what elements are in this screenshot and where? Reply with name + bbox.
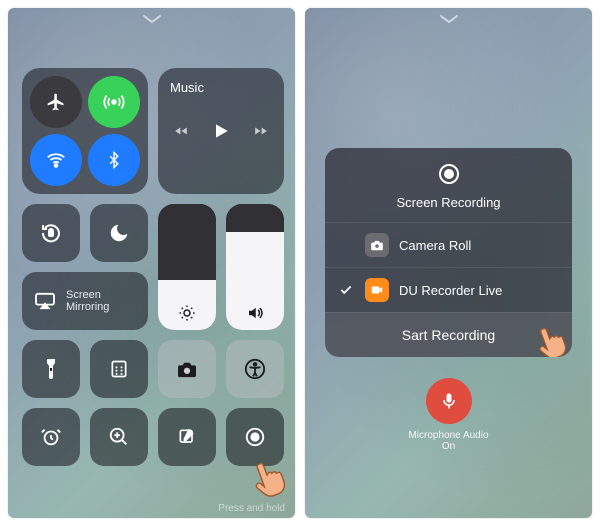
microphone-label: Microphone Audio (305, 430, 592, 441)
connectivity-group (22, 68, 148, 194)
destination-du-recorder[interactable]: DU Recorder Live (325, 267, 572, 312)
magnifier-button[interactable] (90, 408, 148, 466)
notes-button[interactable] (158, 408, 216, 466)
volume-slider[interactable] (226, 204, 284, 330)
play-icon[interactable] (211, 121, 231, 141)
screen-recording-sheet: Screen Recording Camera Roll DU Recorder… (325, 148, 572, 357)
bluetooth-toggle[interactable] (88, 134, 140, 186)
du-recorder-icon (365, 278, 389, 302)
orientation-lock-button[interactable] (22, 204, 80, 262)
music-label: Music (170, 80, 204, 95)
start-recording-label: Sart Recording (402, 327, 495, 343)
cellular-data-toggle[interactable] (88, 76, 140, 128)
accessibility-button[interactable] (226, 340, 284, 398)
microphone-toggle[interactable]: Microphone Audio On (305, 378, 592, 452)
checkmark-icon (339, 283, 353, 297)
screen-mirroring-label: Screen Mirroring (66, 289, 109, 313)
control-center-screenshot: Music (8, 8, 295, 518)
airplay-icon (34, 292, 56, 310)
screen-mirroring-button[interactable]: Screen Mirroring (22, 272, 148, 330)
camera-button[interactable] (158, 340, 216, 398)
microphone-icon (426, 378, 472, 424)
do-not-disturb-button[interactable] (90, 204, 148, 262)
chevron-down-icon (439, 14, 459, 24)
start-recording-button[interactable]: Sart Recording (325, 312, 572, 357)
alarm-button[interactable] (22, 408, 80, 466)
destination-label: Camera Roll (399, 238, 471, 253)
record-indicator-icon (437, 162, 461, 186)
destination-camera-roll[interactable]: Camera Roll (325, 222, 572, 267)
flashlight-button[interactable] (22, 340, 80, 398)
camera-roll-icon (365, 233, 389, 257)
sheet-title: Screen Recording (325, 195, 572, 210)
airplane-mode-toggle[interactable] (30, 76, 82, 128)
calculator-button[interactable] (90, 340, 148, 398)
control-center-grid: Music (22, 68, 281, 466)
rewind-icon[interactable] (173, 124, 189, 138)
tap-hand-icon (526, 313, 572, 357)
destination-label: DU Recorder Live (399, 283, 502, 298)
microphone-state: On (305, 441, 592, 452)
music-widget[interactable]: Music (158, 68, 284, 194)
press-and-hold-hint: Press and hold (218, 503, 285, 514)
brightness-slider[interactable] (158, 204, 216, 330)
forward-icon[interactable] (253, 124, 269, 138)
wifi-toggle[interactable] (30, 134, 82, 186)
screen-recording-screenshot: Screen Recording Camera Roll DU Recorder… (305, 8, 592, 518)
chevron-down-icon (142, 14, 162, 24)
